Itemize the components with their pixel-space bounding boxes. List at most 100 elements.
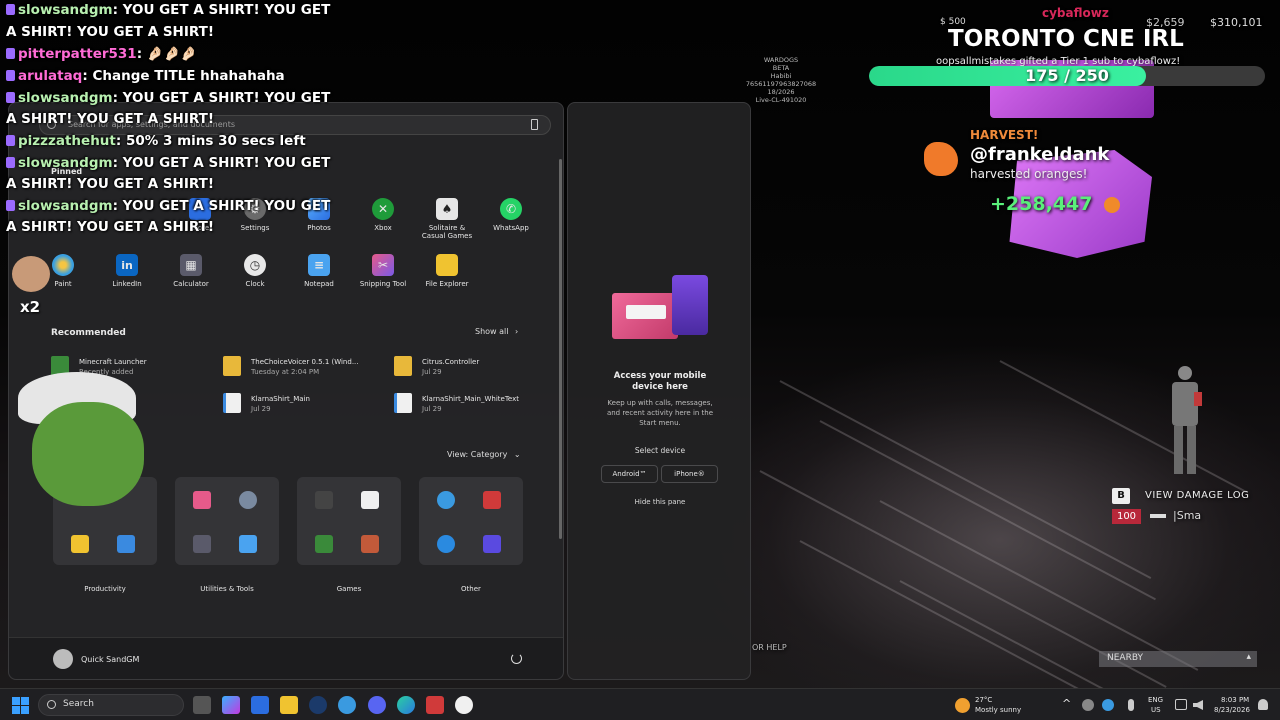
chat-message: slowsandgm: YOU GET A SHIRT! YOU GET [6,198,330,214]
app-icon [483,535,501,553]
recommended-item[interactable]: KlarnaShirt_Main_WhiteText Jul 29 [394,393,554,417]
game-icon [361,535,379,553]
steam-icon[interactable] [309,696,327,714]
iphone-button[interactable]: iPhone® [661,465,718,483]
taskbar-search-box[interactable]: Search [38,694,184,716]
volume-icon[interactable] [1193,700,1203,710]
weapon-name: |Sma [1173,509,1202,522]
recommended-item[interactable]: Citrus.Controller Jul 29 [394,356,554,380]
user-name[interactable]: Quick SandGM [81,655,139,664]
voicemeeter-icon [483,491,501,509]
folder-icon[interactable] [280,696,298,714]
image-file-icon [223,393,241,413]
pinned-app-calculator[interactable]: ▦ Calculator [160,254,222,288]
weapon-icon [1150,514,1166,518]
category-other[interactable] [419,477,523,565]
network-icon[interactable] [1175,699,1187,710]
android-button[interactable]: Android™ [601,465,658,483]
phone-link-illustration [612,275,708,341]
player-silhouette-icon [1166,366,1204,476]
chat-message: A SHIRT! YOU GET A SHIRT! [6,111,215,127]
power-icon[interactable] [511,653,522,664]
pinned-app-file-explorer[interactable]: File Explorer [416,254,478,288]
tray-app-icon[interactable] [1082,699,1094,711]
start-menu-scrollbar[interactable] [559,159,562,539]
sub-badge-icon [6,135,15,146]
phone-toggle-icon[interactable] [531,119,538,130]
nearby-panel[interactable]: NEARBY ▴ [1099,651,1257,667]
chevron-right-icon: › [515,327,519,336]
folder-icon [394,356,412,376]
folder-icon [223,356,241,376]
linkedin-icon: in [116,254,138,276]
discord-icon[interactable] [368,696,386,714]
damage-log-key[interactable]: B [1112,488,1130,504]
clock-date[interactable]: 8/23/2026 [1214,706,1250,714]
recommended-item[interactable]: TheChoiceVoicer 0.5.1 (Wind... Tuesday a… [223,356,383,380]
category-utilities-tools[interactable] [175,477,279,565]
hide-pane-link[interactable]: Hide this pane [568,498,752,506]
cash-right: $310,101 [1210,16,1263,29]
snipping-tool-icon [193,491,211,509]
edge-icon[interactable] [397,696,415,714]
windows-start-button[interactable] [12,697,29,714]
gear-icon [239,491,257,509]
chevron-up-icon: ▴ [1246,652,1251,662]
app-icon [437,491,455,509]
emote-face-icon [12,256,50,292]
alert-user: cybaflowz [1042,6,1109,20]
microphone-icon[interactable] [1128,699,1134,711]
language-top[interactable]: ENG [1148,696,1163,704]
harvest-user: @frankeldank [970,144,1110,165]
category-label: Games [336,585,362,593]
sub-badge-icon [6,92,15,103]
show-all-button[interactable]: Show all › [475,327,518,336]
sub-badge-icon [6,4,15,15]
view-damage-log[interactable]: VIEW DAMAGE LOG [1145,490,1249,501]
harvest-label: HARVEST! [970,128,1039,142]
voicemeeter-icon[interactable] [426,696,444,714]
chevron-down-icon: ⌄ [513,450,521,459]
chat-message: arulataq: Change TITLE hhahahaha [6,68,285,84]
folder-icon [436,254,458,276]
pinned-app-snipping-tool[interactable]: ✂ Snipping Tool [352,254,414,288]
avatar[interactable] [53,649,73,669]
copilot-icon[interactable] [222,696,240,714]
task-view-icon[interactable] [193,696,211,714]
category-games[interactable] [297,477,401,565]
chat-message: pitterpatter531: 🤌🏻🤌🏻🤌🏻 [6,46,197,62]
weather-desc[interactable]: Mostly sunny [975,706,1021,714]
pinned-app-solitaire[interactable]: ♠ Solitaire & Casual Games [416,198,478,240]
taskbar: Search 27°C Mostly sunny ^ ENG US 8:03 P… [0,688,1280,720]
chat-message: slowsandgm: YOU GET A SHIRT! YOU GET [6,155,330,171]
pinned-app-whatsapp[interactable]: ✆ WhatsApp [480,198,542,232]
clock-time[interactable]: 8:03 PM [1221,696,1249,704]
folder-icon [71,535,89,553]
weather-temp[interactable]: 27°C [975,696,992,704]
calculator-icon [193,535,211,553]
phone-panel-title: Access your mobile device here [613,371,707,392]
notepad-icon: ≡ [308,254,330,276]
sub-badge-icon [6,200,15,211]
language-bottom[interactable]: US [1151,706,1161,714]
health-badge: 100 [1112,509,1141,524]
chat-message: A SHIRT! YOU GET A SHIRT! [6,219,215,235]
pinned-app-notepad[interactable]: ≡ Notepad [288,254,350,288]
tray-overflow-icon[interactable]: ^ [1062,697,1071,710]
recommended-item[interactable]: KlarnaShirt_Main Jul 29 [223,393,383,417]
pinned-app-xbox[interactable]: ✕ Xbox [352,198,414,232]
tray-app-icon[interactable] [1102,699,1114,711]
phone-panel-description: Keep up with calls, messages, and recent… [606,399,714,427]
paint-icon [52,254,74,276]
store-icon[interactable] [251,696,269,714]
pepe-emote-icon [12,372,144,506]
pinned-app-clock[interactable]: ◷ Clock [224,254,286,288]
app-icon[interactable] [338,696,356,714]
app-icon [437,535,455,553]
pinned-app-linkedin[interactable]: in LinkedIn [96,254,158,288]
obs-icon[interactable] [455,696,473,714]
notification-bell-icon[interactable] [1258,699,1268,710]
vr-icon [361,491,379,509]
view-category-dropdown[interactable]: View: Category ⌄ [447,450,521,459]
chat-message: slowsandgm: YOU GET A SHIRT! YOU GET [6,90,330,106]
